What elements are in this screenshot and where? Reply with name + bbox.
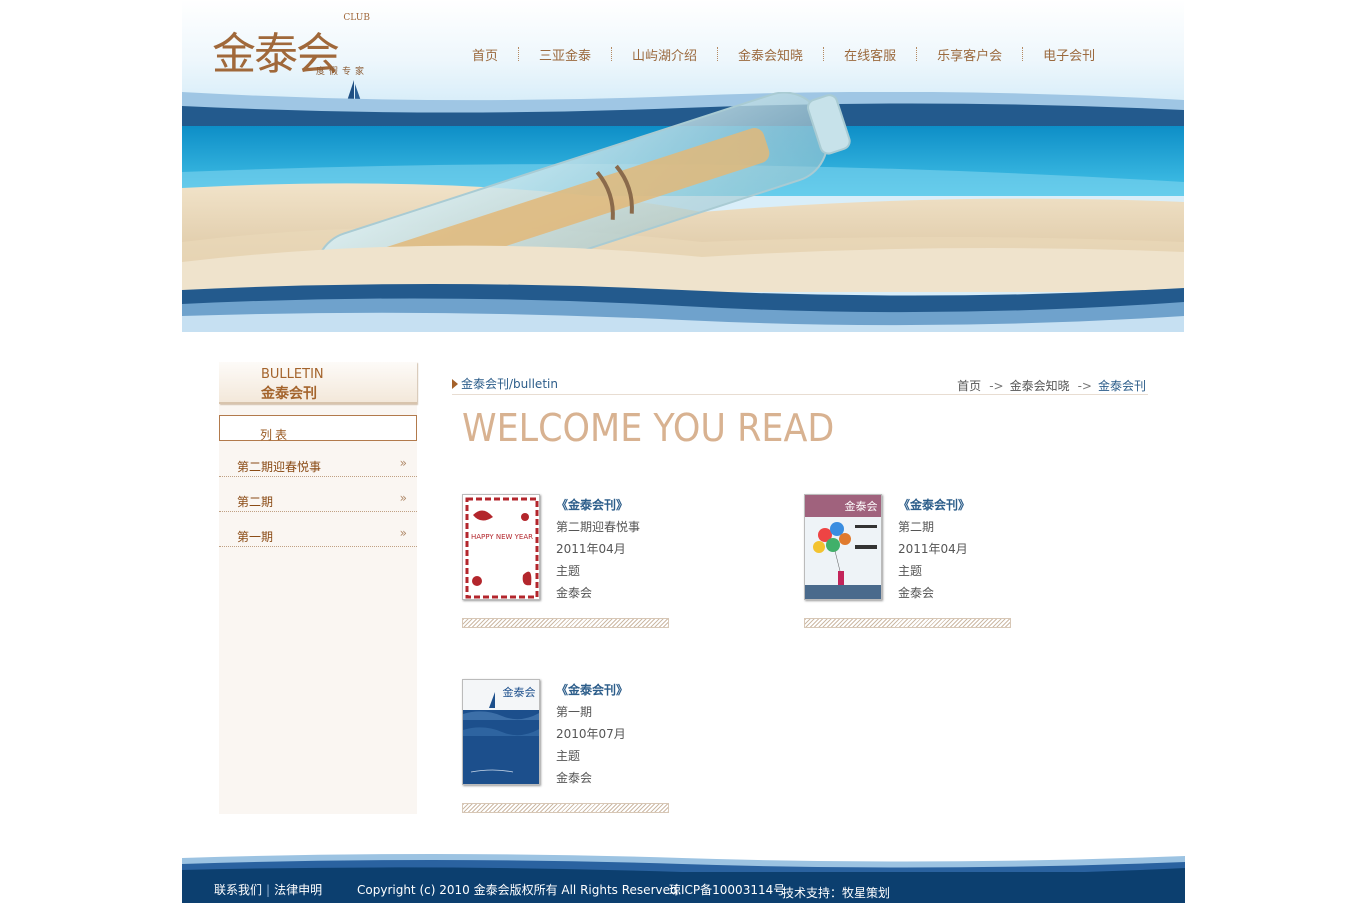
cover-text: 金泰会 <box>845 499 878 513</box>
sidebar-item-issue1[interactable]: 第一期 » <box>219 523 417 547</box>
sidebar-list-header: 列表 <box>219 415 417 442</box>
magazine-org: 金泰会 <box>898 586 935 600</box>
hatched-divider <box>462 803 669 813</box>
footer-tech-support: 技术支持：牧星策划 <box>782 886 891 900</box>
hatched-divider <box>804 618 1011 628</box>
section-title-text: 金泰会刊/bulletin <box>461 377 558 391</box>
breadcrumb-arrow: -> <box>1077 379 1092 393</box>
magazine-issue: 第二期 <box>898 520 935 534</box>
header: CLUB 金泰会 度假专家 首页 三亚金泰 山屿湖介绍 金泰会知晓 在线客服 乐… <box>182 0 1184 332</box>
breadcrumb-home[interactable]: 首页 <box>957 379 981 393</box>
sidebar-item-label: 第二期 <box>237 495 274 509</box>
magazine-date: 2011年04月 <box>898 542 968 556</box>
footer-icp[interactable]: 琼ICP备10003114号 <box>669 881 785 898</box>
double-chevron-right-icon: » <box>399 491 407 505</box>
magazine-issue: 第一期 <box>556 705 593 719</box>
magazine-card: 金泰会 《金泰会刊》 第一期 2010年07月 主题 金泰会 <box>462 679 712 819</box>
triangle-right-icon <box>452 379 458 389</box>
logo-sub-text: 度假专家 <box>316 67 369 77</box>
nav-home[interactable]: 首页 <box>452 45 518 64</box>
cover-illustration: HAPPY NEW YEAR <box>465 497 539 599</box>
magazine-date: 2010年07月 <box>556 727 626 741</box>
magazine-theme: 主题 <box>898 564 923 578</box>
section-title: 金泰会刊/bulletin <box>452 375 558 392</box>
sidebar-title: BULLETIN 金泰会刊 <box>219 362 417 404</box>
nav-shanyuhu[interactable]: 山屿湖介绍 <box>612 45 717 64</box>
banner-image <box>182 92 1184 332</box>
breadcrumb-about[interactable]: 金泰会知晓 <box>1010 379 1070 393</box>
magazine-title-link[interactable]: 《金泰会刊》 <box>898 494 970 516</box>
magazine-date: 2011年04月 <box>556 542 626 556</box>
welcome-heading: WELCOME YOU READ <box>462 406 835 450</box>
footer: 联系我们 | 法律申明 Copyright (c) 2010 金泰会版权所有 All… <box>182 850 1185 903</box>
magazine-cover[interactable]: 金泰会 <box>462 679 540 785</box>
sidebar-title-cn: 金泰会刊 <box>261 386 317 402</box>
nav-about[interactable]: 金泰会知晓 <box>718 45 823 64</box>
cover-illustration: 金泰会 <box>805 495 881 599</box>
cover-text: 金泰会 <box>503 685 536 699</box>
magazine-title-link[interactable]: 《金泰会刊》 <box>556 679 628 701</box>
footer-links: 联系我们 | 法律申明 <box>214 881 322 898</box>
magazine-cover[interactable]: 金泰会 <box>804 494 882 600</box>
sidebar-title-en: BULLETIN <box>261 367 324 382</box>
cover-text: HAPPY NEW YEAR <box>471 533 533 541</box>
magazine-issue: 第二期迎春悦事 <box>556 520 641 534</box>
sidebar-list-header-label: 列表 <box>260 428 291 442</box>
footer-contact-link[interactable]: 联系我们 <box>214 883 262 897</box>
sidebar-item-issue2[interactable]: 第二期 » <box>219 488 417 512</box>
cover-illustration: 金泰会 <box>463 680 539 784</box>
nav-service[interactable]: 在线客服 <box>824 45 916 64</box>
double-chevron-right-icon: » <box>399 456 407 470</box>
nav-sanya[interactable]: 三亚金泰 <box>519 45 611 64</box>
sidebar-item-issue2-spring[interactable]: 第二期迎春悦事 » <box>219 453 417 477</box>
double-chevron-right-icon: » <box>399 526 407 540</box>
sidebar-item-label: 第一期 <box>237 530 274 544</box>
footer-link-separator: | <box>266 883 271 897</box>
page-wrapper: CLUB 金泰会 度假专家 首页 三亚金泰 山屿湖介绍 金泰会知晓 在线客服 乐… <box>182 0 1185 903</box>
main-content: 金泰会刊/bulletin 首页 -> 金泰会知晓 -> 金泰会刊 WELCOME YO… <box>452 362 1148 822</box>
magazine-cover[interactable]: HAPPY NEW YEAR <box>462 494 540 600</box>
magazine-title-link[interactable]: 《金泰会刊》 <box>556 494 640 516</box>
breadcrumb-current: 金泰会刊 <box>1097 379 1146 393</box>
breadcrumb: 首页 -> 金泰会知晓 -> 金泰会刊 <box>957 377 1146 394</box>
magazine-card: HAPPY NEW YEAR 《金泰会刊》 第二期迎春悦事 2011年04月 主… <box>462 494 712 634</box>
magazine-org: 金泰会 <box>556 586 593 600</box>
sidebar: BULLETIN 金泰会刊 列表 第二期迎春悦事 » 第二期 » 第一期 » <box>219 362 417 814</box>
magazine-theme: 主题 <box>556 564 581 578</box>
magazine-info: 《金泰会刊》 第一期 2010年07月 主题 金泰会 <box>556 679 628 789</box>
main-nav: 首页 三亚金泰 山屿湖介绍 金泰会知晓 在线客服 乐享客户会 电子会刊 <box>452 44 1115 64</box>
nav-emagazine[interactable]: 电子会刊 <box>1023 45 1115 64</box>
sidebar-item-label: 第二期迎春悦事 <box>237 460 322 474</box>
nav-club[interactable]: 乐享客户会 <box>917 45 1022 64</box>
magazine-card: 金泰会 《金泰会刊》 第二期 2011年04月 主题 金泰会 <box>804 494 1054 634</box>
footer-copyright: Copyright (c) 2010 金泰会版权所有 All Rights Re… <box>357 883 682 897</box>
breadcrumb-arrow: -> <box>989 379 1004 393</box>
hatched-divider <box>462 618 669 628</box>
magazine-theme: 主题 <box>556 749 581 763</box>
magazine-info: 《金泰会刊》 第二期 2011年04月 主题 金泰会 <box>898 494 970 604</box>
breadcrumb-bar: 金泰会刊/bulletin 首页 -> 金泰会知晓 -> 金泰会刊 <box>452 372 1148 395</box>
footer-legal-link[interactable]: 法律申明 <box>274 883 322 897</box>
magazine-info: 《金泰会刊》 第二期迎春悦事 2011年04月 主题 金泰会 <box>556 494 640 604</box>
magazine-org: 金泰会 <box>556 771 593 785</box>
